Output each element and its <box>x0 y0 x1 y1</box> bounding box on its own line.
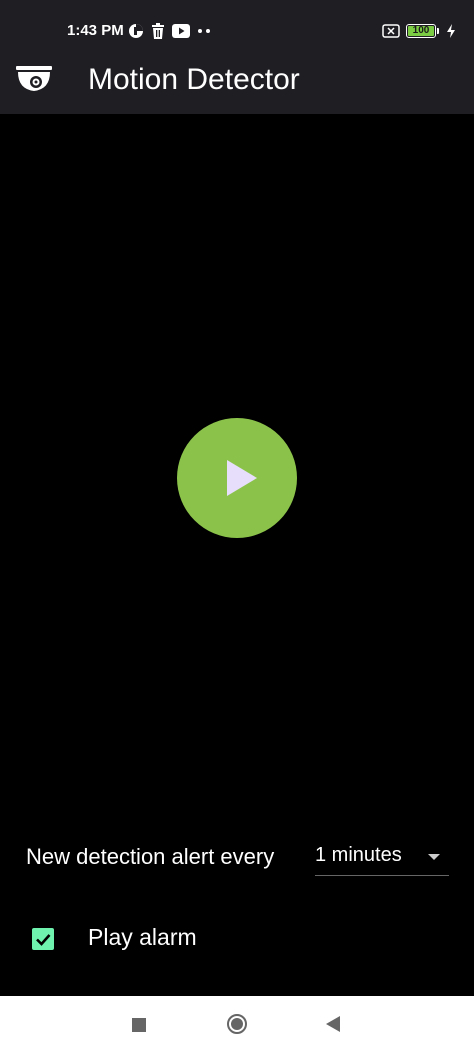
charging-bolt-icon <box>447 24 455 38</box>
alert-interval-value: 1 minutes <box>315 844 402 866</box>
recents-square-icon[interactable] <box>132 1018 146 1032</box>
alert-interval-dropdown[interactable]: 1 minutes <box>315 842 449 876</box>
alert-interval-row: New detection alert every 1 minutes <box>0 836 474 876</box>
alert-interval-label: New detection alert every <box>26 844 275 869</box>
play-icon <box>227 460 257 496</box>
play-alarm-row: Play alarm <box>0 918 474 962</box>
play-alarm-label: Play alarm <box>88 924 197 950</box>
dropdown-arrow-icon <box>428 854 440 860</box>
checkmark-icon <box>36 934 51 946</box>
play-alarm-checkbox[interactable] <box>32 928 54 950</box>
more-dots-icon <box>198 29 210 33</box>
system-nav-bar <box>0 996 474 1053</box>
status-bar: 1:43 PM 100 <box>0 0 474 60</box>
status-time: 1:43 PM <box>67 22 124 39</box>
security-camera-icon <box>16 66 52 91</box>
youtube-icon <box>172 24 190 38</box>
app-bar: Motion Detector <box>0 60 474 114</box>
data-saver-icon <box>129 24 143 38</box>
status-icons-right: 100 <box>382 22 456 40</box>
app-title: Motion Detector <box>88 63 300 96</box>
home-circle-icon[interactable] <box>227 1014 247 1034</box>
battery-level: 100 <box>412 25 430 36</box>
trash-icon <box>152 23 164 39</box>
start-detection-button[interactable] <box>177 418 297 538</box>
status-icons-left <box>128 22 211 40</box>
sim-off-icon <box>382 24 400 38</box>
back-triangle-icon[interactable] <box>326 1016 340 1032</box>
camera-preview <box>0 114 474 834</box>
battery-icon: 100 <box>406 24 439 38</box>
